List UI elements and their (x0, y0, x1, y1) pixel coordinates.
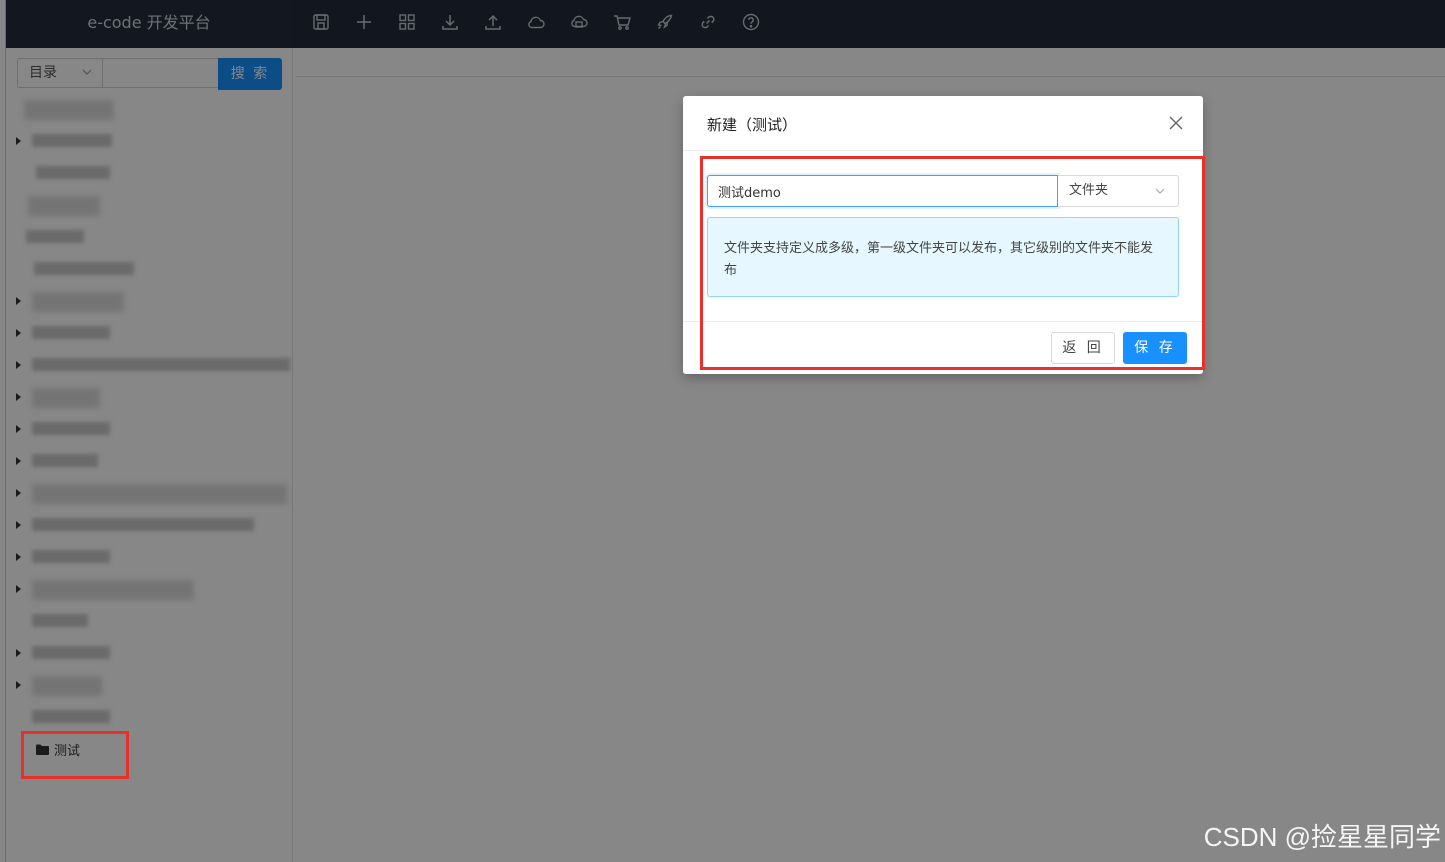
divider (683, 150, 1203, 151)
dialog-title: 新建（测试） (707, 116, 798, 134)
annotation-highlight (21, 731, 129, 779)
annotation-highlight (700, 156, 1205, 370)
close-icon[interactable] (1167, 114, 1185, 132)
watermark: CSDN @捡星星同学 (1203, 822, 1441, 852)
